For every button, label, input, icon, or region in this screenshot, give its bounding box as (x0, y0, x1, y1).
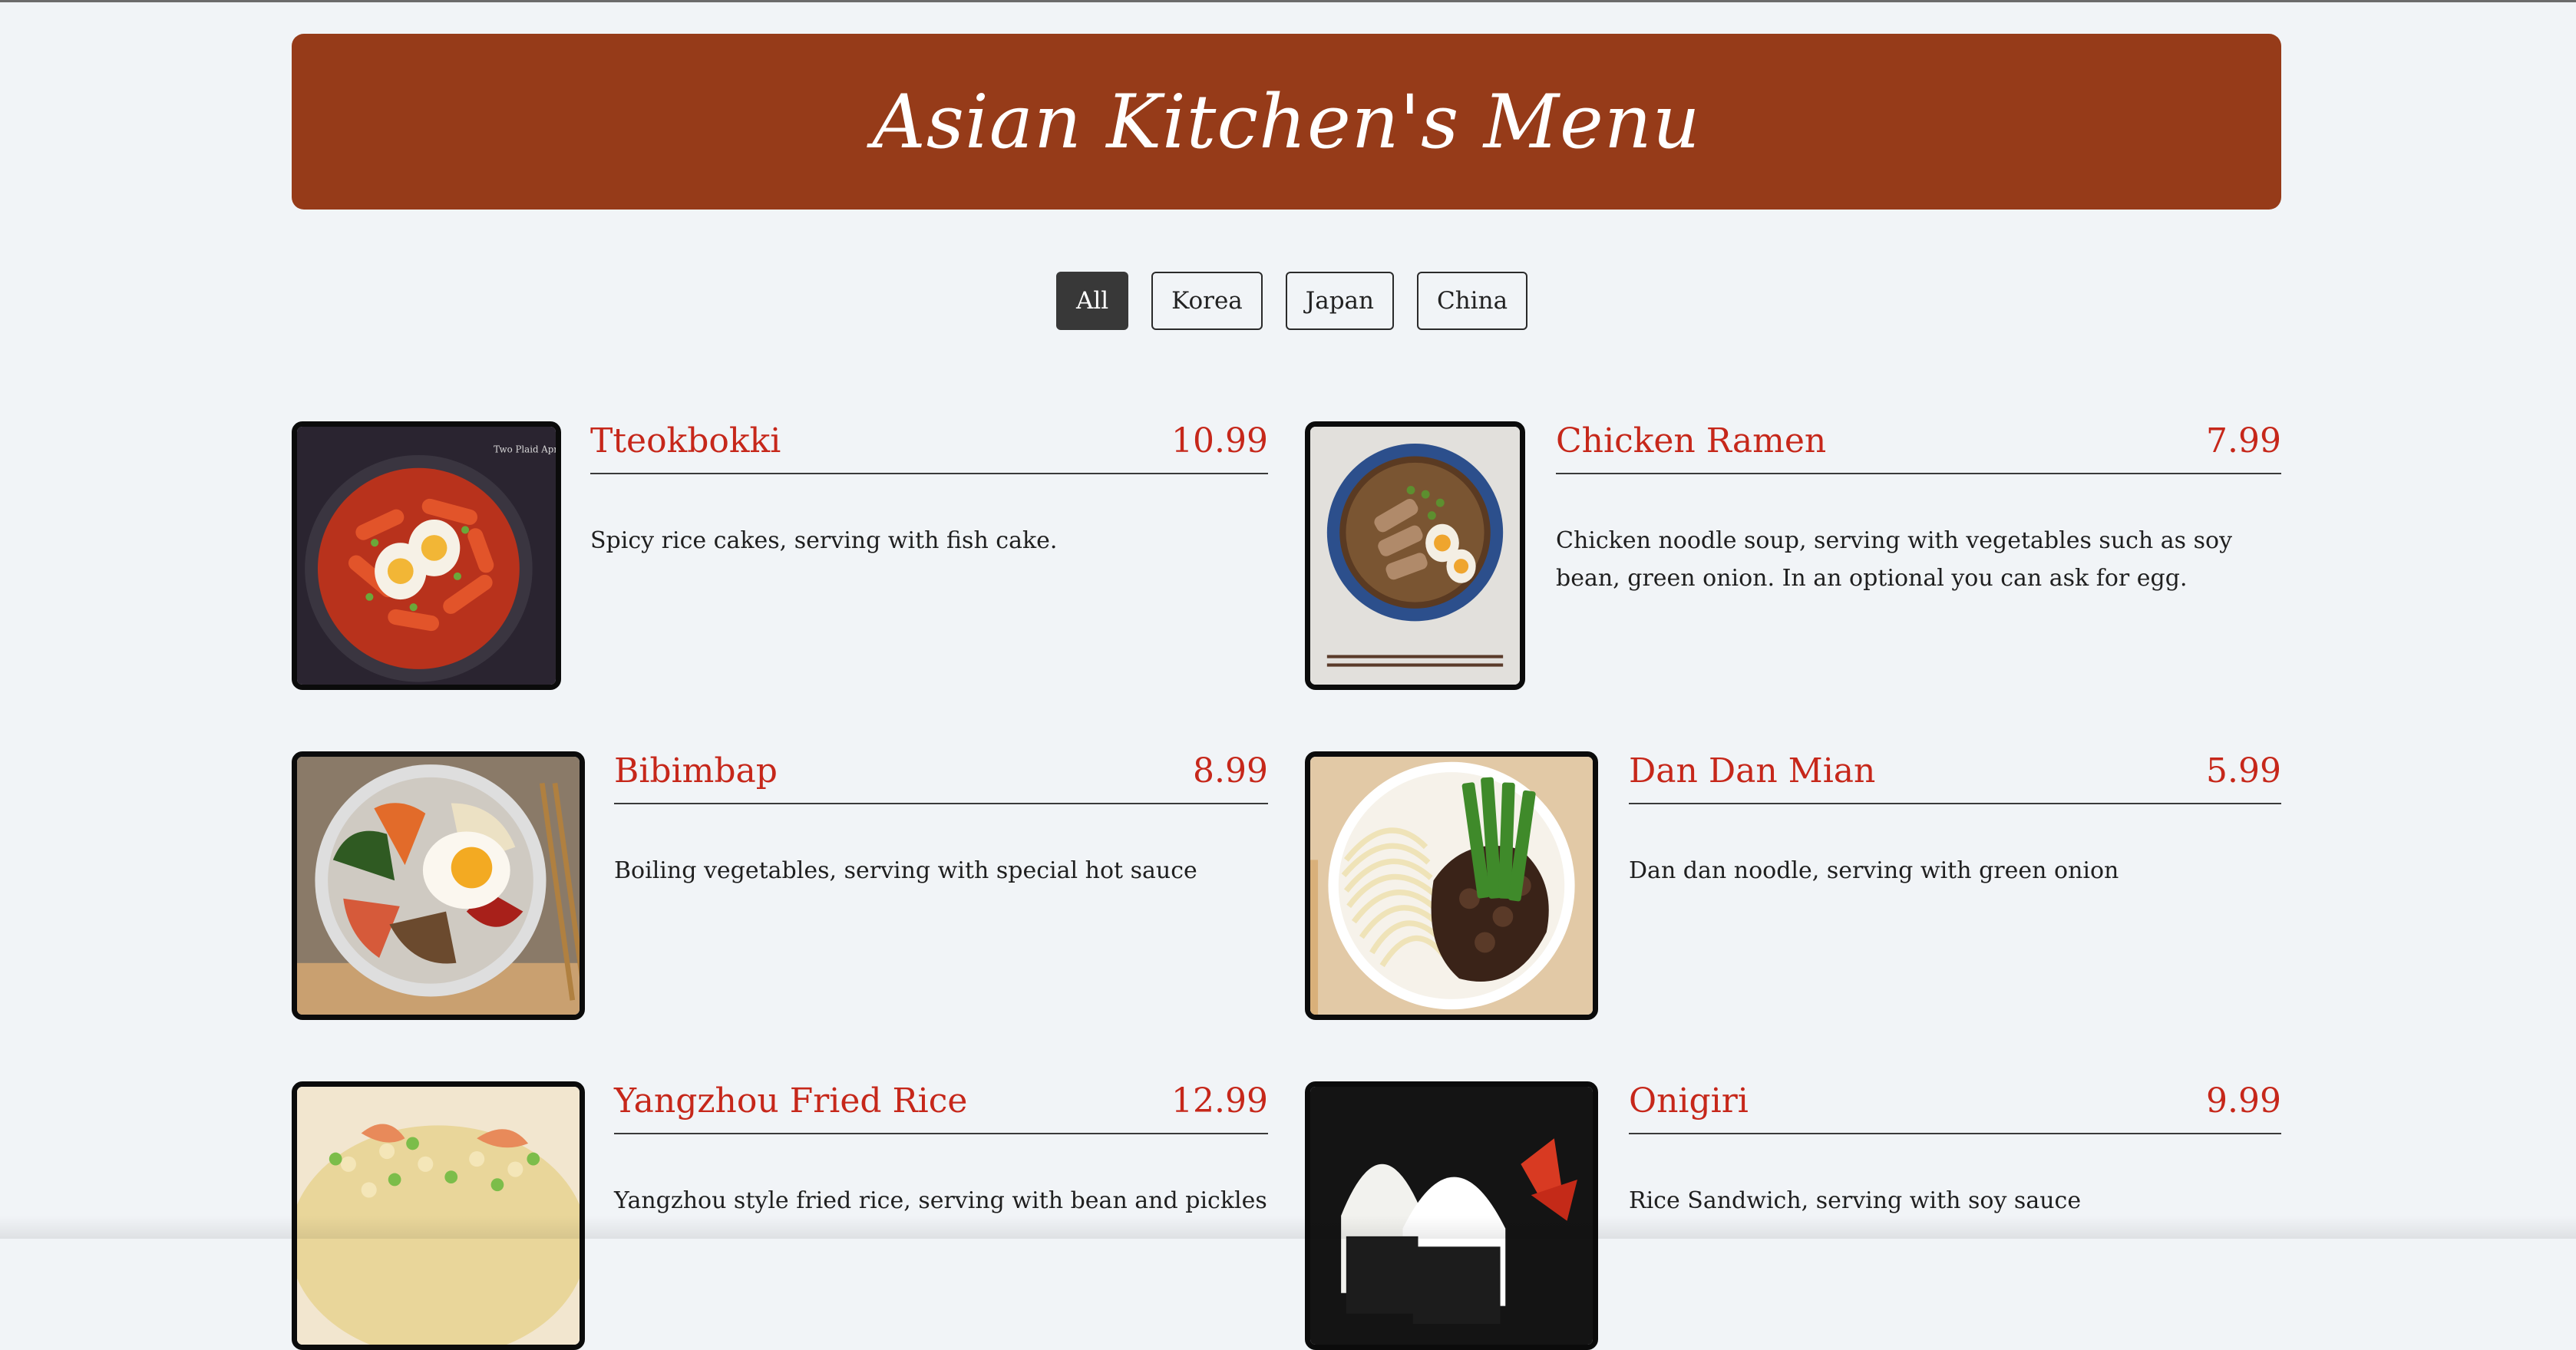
menu-item-header: Dan Dan Mian 5.99 (1629, 751, 2281, 804)
menu-item-price: 10.99 (1171, 421, 1268, 460)
dan-dan-mian-photo (1305, 751, 1598, 1020)
menu-item-header: Chicken Ramen 7.99 (1556, 421, 2281, 474)
menu-item-name: Tteokbokki (590, 421, 781, 460)
menu-item-name: Bibimbap (614, 751, 778, 791)
menu-item-name: Onigiri (1629, 1081, 1749, 1121)
menu-item-name: Yangzhou Fried Rice (614, 1081, 968, 1121)
menu-item-description: Spicy rice cakes, serving with fish cake… (590, 526, 1058, 554)
menu-item-description: Rice Sandwich, serving with soy sauce (1629, 1187, 2082, 1214)
menu-item-description: Boiling vegetables, serving with special… (614, 857, 1197, 884)
category-filter-bar: All Korea Japan China (0, 272, 2576, 330)
tteokbokki-photo: Two Plaid Aprons (292, 421, 561, 690)
menu-item-dan-dan-mian: Dan Dan Mian 5.99 Dan dan noodle, servin… (1305, 751, 2281, 1020)
menu-item-tteokbokki: Two Plaid Aprons Tteokbokki 10.99 Spicy … (292, 421, 1268, 690)
tteokbokki-photo-watermark: Two Plaid Aprons (494, 444, 556, 455)
menu-item-description: Yangzhou style fried rice, serving with … (614, 1187, 1267, 1214)
filter-all-button[interactable]: All (1055, 272, 1129, 330)
menu-item-header: Bibimbap 8.99 (614, 751, 1268, 804)
menu-item-chicken-ramen: Chicken Ramen 7.99 Chicken noodle soup, … (1305, 421, 2281, 690)
menu-item-header: Tteokbokki 10.99 (590, 421, 1268, 474)
filter-china-button[interactable]: China (1417, 272, 1528, 330)
menu-item-price: 7.99 (2206, 421, 2281, 460)
viewport-bottom-shadow (0, 1216, 2576, 1239)
menu-header: Asian Kitchen's Menu (292, 34, 2281, 210)
menu-item-name: Chicken Ramen (1556, 421, 1827, 460)
menu-item-info: Chicken Ramen 7.99 Chicken noodle soup, … (1556, 421, 2281, 690)
menu-item-description: Dan dan noodle, serving with green onion (1629, 857, 2119, 884)
menu-item-info: Bibimbap 8.99 Boiling vegetables, servin… (614, 751, 1268, 1020)
bibimbap-photo (292, 751, 585, 1020)
menu-item-description: Chicken noodle soup, serving with vegeta… (1556, 526, 2233, 592)
filter-korea-button[interactable]: Korea (1151, 272, 1263, 330)
filter-japan-button[interactable]: Japan (1285, 272, 1394, 330)
menu-item-name: Dan Dan Mian (1629, 751, 1876, 791)
menu-item-info: Tteokbokki 10.99 Spicy rice cakes, servi… (590, 421, 1268, 690)
page-title: Asian Kitchen's Menu (872, 78, 1701, 165)
menu-item-info: Dan Dan Mian 5.99 Dan dan noodle, servin… (1629, 751, 2281, 1020)
menu-item-price: 5.99 (2206, 751, 2281, 791)
menu-item-price: 8.99 (1193, 751, 1268, 791)
menu-item-price: 12.99 (1171, 1081, 1268, 1121)
menu-item-header: Onigiri 9.99 (1629, 1081, 2281, 1134)
menu-item-price: 9.99 (2206, 1081, 2281, 1121)
chicken-ramen-photo (1305, 421, 1525, 690)
menu-item-bibimbap: Bibimbap 8.99 Boiling vegetables, servin… (292, 751, 1268, 1020)
menu-item-header: Yangzhou Fried Rice 12.99 (614, 1081, 1268, 1134)
